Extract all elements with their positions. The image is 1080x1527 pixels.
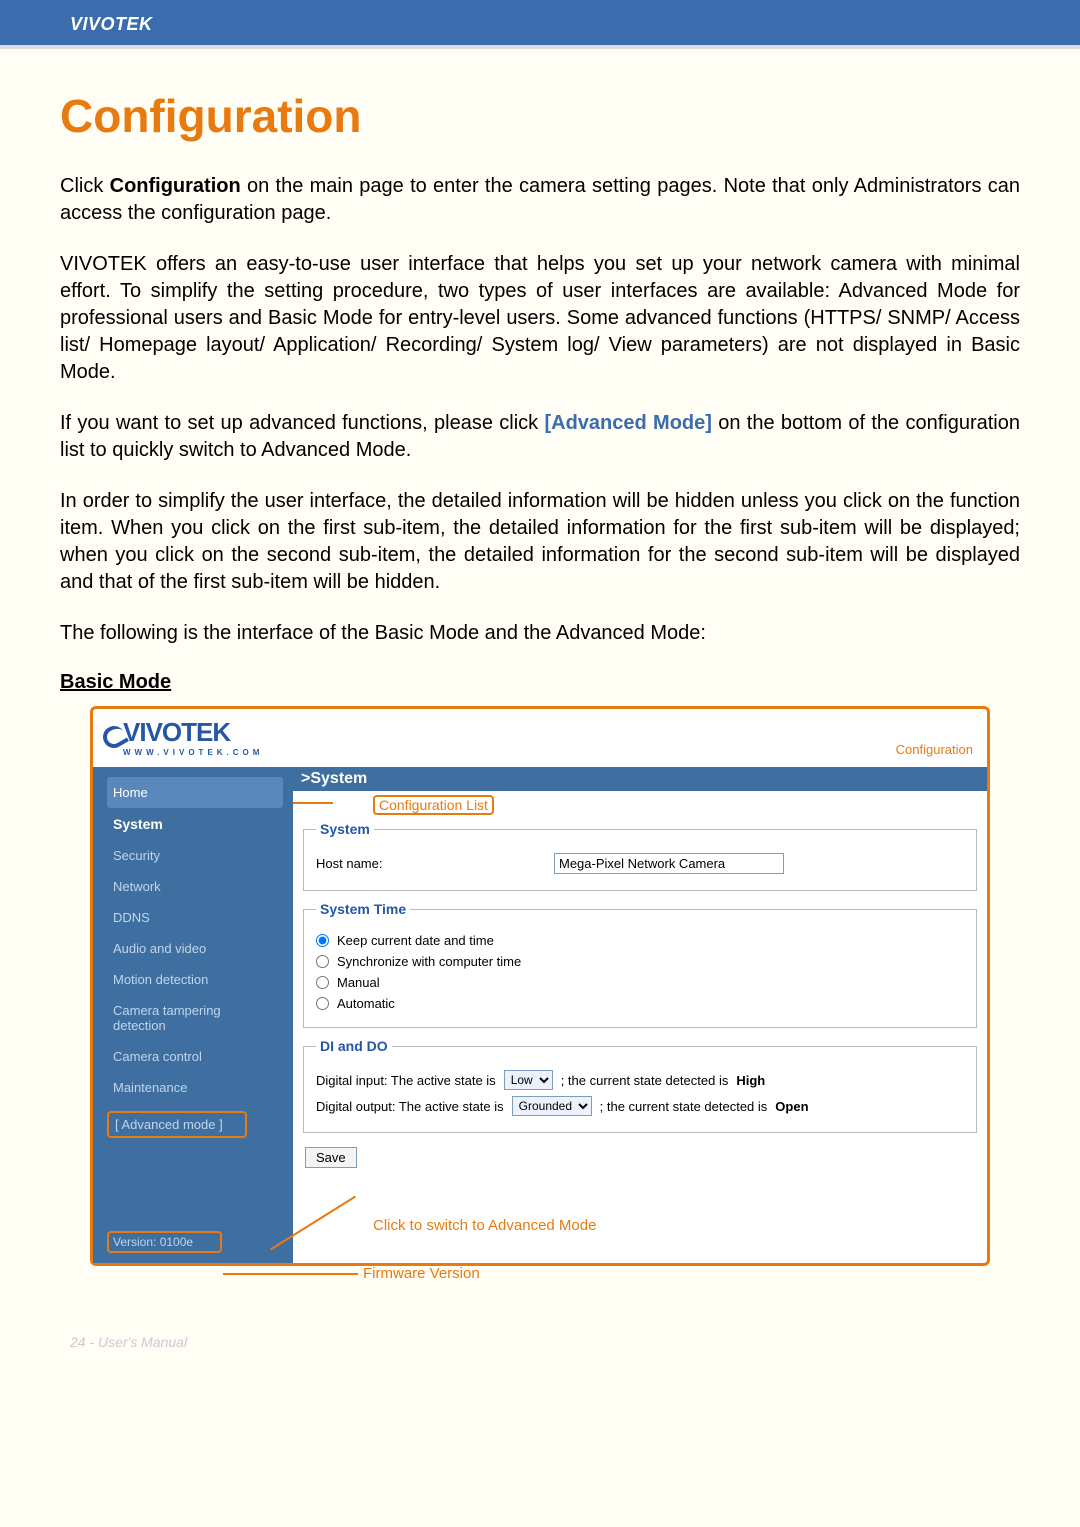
radio-sync-label: Synchronize with computer time: [337, 954, 521, 969]
basic-mode-heading: Basic Mode: [60, 671, 1020, 694]
system-time-fieldset: System Time Keep current date and time S…: [303, 901, 977, 1028]
sidebar-item-network[interactable]: Network: [107, 871, 283, 902]
radio-keep-current[interactable]: [316, 934, 329, 947]
sidebar-item-maintenance[interactable]: Maintenance: [107, 1072, 283, 1103]
page-footer: 24 - User's Manual: [0, 1316, 1080, 1350]
page-header-banner: VIVOTEK: [0, 0, 1080, 49]
do-state: Open: [775, 1099, 808, 1114]
intro-paragraph-1: Click Configuration on the main page to …: [60, 173, 1020, 227]
system-legend: System: [316, 821, 374, 837]
advanced-mode-callout: Click to switch to Advanced Mode: [373, 1217, 596, 1234]
sidebar-item-motion-detection[interactable]: Motion detection: [107, 964, 283, 995]
text: If you want to set up advanced functions…: [60, 412, 544, 434]
di-label-b: ; the current state detected is: [561, 1073, 729, 1088]
configuration-list-callout: Configuration List: [373, 795, 494, 815]
di-do-legend: DI and DO: [316, 1038, 392, 1054]
radio-manual[interactable]: [316, 976, 329, 989]
sidebar-item-security[interactable]: Security: [107, 840, 283, 871]
do-label-b: ; the current state detected is: [600, 1099, 768, 1114]
logo-text: VIVOTEK: [123, 717, 230, 747]
di-do-fieldset: DI and DO Digital input: The active stat…: [303, 1038, 977, 1133]
advanced-mode-button[interactable]: [ Advanced mode ]: [107, 1111, 247, 1138]
vivotek-logo: VIVOTEK WWW.VIVOTEK.COM: [103, 717, 263, 757]
sidebar: HomeSystemSecurityNetworkDDNSAudio and v…: [93, 767, 293, 1263]
sidebar-item-home[interactable]: Home: [107, 777, 283, 808]
sidebar-item-audio-and-video[interactable]: Audio and video: [107, 933, 283, 964]
radio-automatic[interactable]: [316, 997, 329, 1010]
sidebar-item-system[interactable]: System: [107, 808, 283, 840]
di-label-a: Digital input: The active state is: [316, 1073, 496, 1088]
breadcrumb: >System: [293, 767, 987, 791]
sidebar-item-camera-tampering-detection[interactable]: Camera tampering detection: [107, 995, 283, 1041]
page-body: Configuration Click Configuration on the…: [0, 49, 1080, 1316]
logo-url: WWW.VIVOTEK.COM: [123, 748, 263, 757]
callout-line-icon: [223, 1273, 358, 1275]
digital-input-select[interactable]: Low: [504, 1070, 553, 1090]
intro-paragraph-2: VIVOTEK offers an easy-to-use user inter…: [60, 251, 1020, 386]
digital-output-select[interactable]: Grounded: [512, 1096, 592, 1116]
intro-paragraph-4: In order to simplify the user interface,…: [60, 488, 1020, 596]
di-state: High: [736, 1073, 765, 1088]
system-fieldset: System Host name:: [303, 821, 977, 891]
screenshot-header: VIVOTEK WWW.VIVOTEK.COM Configuration: [93, 709, 987, 761]
configuration-link[interactable]: Configuration: [896, 742, 977, 757]
intro-paragraph-5: The following is the interface of the Ba…: [60, 620, 1020, 647]
firmware-version-label: Version: 0100e: [107, 1231, 222, 1253]
sidebar-item-ddns[interactable]: DDNS: [107, 902, 283, 933]
radio-sync-computer[interactable]: [316, 955, 329, 968]
hostname-label: Host name:: [316, 856, 546, 871]
save-button[interactable]: Save: [305, 1147, 357, 1168]
system-time-legend: System Time: [316, 901, 410, 917]
basic-mode-screenshot: VIVOTEK WWW.VIVOTEK.COM Configuration Ho…: [90, 706, 990, 1266]
page-title: Configuration: [60, 89, 1020, 143]
firmware-version-callout: Firmware Version: [363, 1265, 480, 1282]
text: Click: [60, 175, 110, 197]
hostname-input[interactable]: [554, 853, 784, 874]
intro-paragraph-3: If you want to set up advanced functions…: [60, 410, 1020, 464]
radio-keep-label: Keep current date and time: [337, 933, 494, 948]
configuration-word: Configuration: [110, 175, 241, 197]
content-pane: >System Configuration List System Host n…: [293, 767, 987, 1263]
radio-automatic-label: Automatic: [337, 996, 395, 1011]
sidebar-item-camera-control[interactable]: Camera control: [107, 1041, 283, 1072]
radio-manual-label: Manual: [337, 975, 380, 990]
do-label-a: Digital output: The active state is: [316, 1099, 504, 1114]
advanced-mode-link-text: [Advanced Mode]: [544, 412, 711, 434]
